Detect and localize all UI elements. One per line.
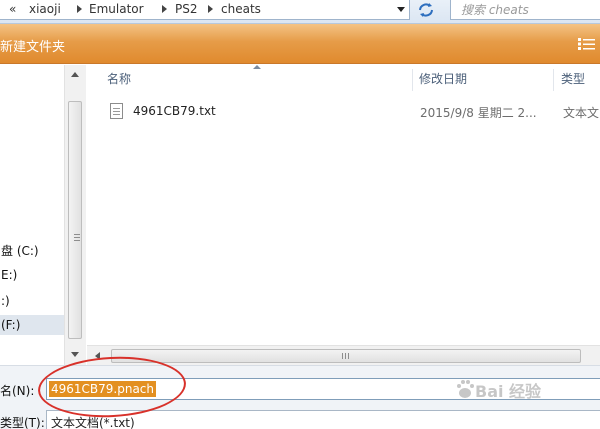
breadcrumb-separator-icon[interactable] [77,5,82,13]
breadcrumb[interactable]: « xiaoji Emulator PS2 cheats [0,0,410,20]
breadcrumb-separator-icon[interactable] [208,5,213,13]
text-file-icon [110,103,123,119]
view-options-icon[interactable] [578,38,596,50]
column-divider[interactable] [553,69,554,91]
grip-icon [342,353,350,359]
nav-scroll-thumb[interactable] [68,101,82,339]
toolbar: 新建文件夹 [0,24,600,64]
scroll-up-icon[interactable] [71,72,79,77]
breadcrumb-ps2[interactable]: PS2 [175,0,198,18]
nav-item-drive[interactable]: :) [0,291,64,311]
horizontal-scroll-thumb[interactable] [111,349,581,363]
nav-scrollbar[interactable] [64,65,86,365]
breadcrumb-overflow[interactable]: « [9,0,16,18]
filetype-label: 类型(T): [0,416,45,429]
nav-item-drive-c[interactable]: 盘 (C:) [0,241,64,261]
navigation-pane: 盘 (C:) E:) :) (F:) [0,65,86,365]
scroll-down-icon[interactable] [71,352,79,357]
column-divider[interactable] [412,69,413,91]
file-date: 2015/9/8 星期二 2... [420,106,537,120]
file-list: 名称 修改日期 类型 4961CB79.txt 2015/9/8 星期二 2..… [87,65,600,345]
breadcrumb-cheats[interactable]: cheats [221,0,261,18]
column-header-type[interactable]: 类型 [561,67,585,91]
nav-item-drive-e[interactable]: E:) [0,265,64,285]
file-type: 文本文 [563,106,600,120]
grip-icon [74,234,80,242]
new-folder-button[interactable]: 新建文件夹 [0,36,65,55]
filename-label: 名(N): [0,384,35,398]
breadcrumb-emulator[interactable]: Emulator [89,0,144,18]
nav-item-drive-f[interactable]: (F:) [0,315,64,335]
refresh-button[interactable] [415,0,437,20]
search-input[interactable]: 搜索 cheats [450,0,600,20]
column-header-date[interactable]: 修改日期 [419,67,467,91]
address-dropdown-icon[interactable] [397,7,405,12]
breadcrumb-separator-icon[interactable] [162,5,167,13]
sort-indicator-icon [253,65,261,69]
file-name: 4961CB79.txt [133,104,216,118]
file-row[interactable]: 4961CB79.txt 2015/9/8 星期二 2... 文本文 [105,101,600,123]
paw-icon [457,380,474,398]
breadcrumb-xiaoji[interactable]: xiaoji [29,0,61,18]
address-bar: « xiaoji Emulator PS2 cheats 搜索 cheats [0,0,600,24]
horizontal-scrollbar[interactable] [87,345,600,365]
column-header-name[interactable]: 名称 [107,67,131,91]
refresh-icon [419,3,433,17]
baidu-watermark: Bai 经验 [455,370,575,410]
search-placeholder: 搜索 cheats [461,3,529,17]
watermark-text: Bai 经验 [475,382,542,401]
